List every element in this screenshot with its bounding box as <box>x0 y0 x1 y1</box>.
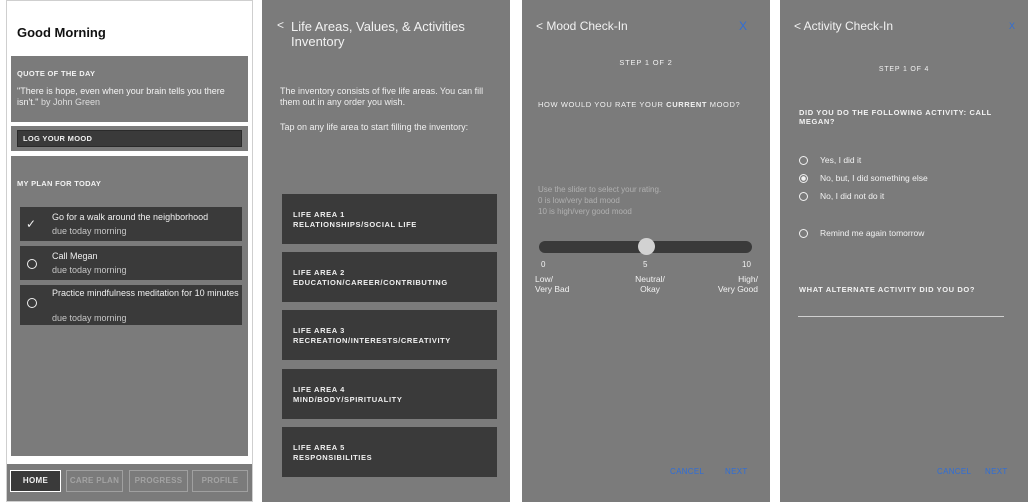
plan-item-name: Practice mindfulness meditation for 10 m… <box>52 288 239 298</box>
life-area-number: LIFE AREA 3 <box>293 326 345 335</box>
greeting-title: Good Morning <box>17 25 106 40</box>
tab-home[interactable]: HOME <box>10 470 61 492</box>
bottom-tab-bar: HOME CARE PLAN PROGRESS PROFILE <box>7 464 252 501</box>
question-bold: CURRENT <box>666 100 708 109</box>
plan-item-name: Go for a walk around the neighborhood <box>52 212 209 222</box>
slider-hint: 10 is high/very good mood <box>538 207 632 216</box>
remind-label: Remind me again tomorrow <box>820 228 925 238</box>
question-suffix: MOOD? <box>707 100 741 109</box>
tab-profile[interactable]: PROFILE <box>192 470 248 492</box>
plan-item-due: due today morning <box>52 265 127 275</box>
log-mood-card: LOG YOUR MOOD <box>11 126 248 151</box>
plan-item[interactable]: ✓ Go for a walk around the neighborhood … <box>20 207 242 241</box>
life-area-name: RECREATION/INTERESTS/CREATIVITY <box>293 336 451 345</box>
life-area-number: LIFE AREA 5 <box>293 443 345 452</box>
inventory-screen: < Life Areas, Values, & Activities Inven… <box>262 0 510 502</box>
step-indicator: STEP 1 OF 4 <box>878 66 930 73</box>
slider-label-low-1: Low/ <box>535 274 553 284</box>
close-icon[interactable]: X <box>1009 21 1015 31</box>
back-icon[interactable]: < <box>277 18 284 32</box>
plan-card: MY PLAN FOR TODAY ✓ Go for a walk around… <box>11 156 248 456</box>
circle-icon[interactable] <box>27 298 37 308</box>
next-button[interactable]: NEXT <box>985 467 1008 476</box>
plan-item-due: due today morning <box>52 313 127 323</box>
activity-checkin-screen: < Activity Check-In X STEP 1 OF 4 DID YO… <box>780 0 1028 502</box>
slider-label-high: High/ Very Good <box>698 274 758 294</box>
cancel-button[interactable]: CANCEL <box>670 467 704 476</box>
mood-checkin-screen: < Mood Check-In X STEP 1 OF 2 HOW WOULD … <box>522 0 770 502</box>
slider-tick-max: 10 <box>742 260 751 269</box>
slider-label-mid: Neutral/ Okay <box>625 274 675 294</box>
plan-item[interactable]: Practice mindfulness meditation for 10 m… <box>20 285 242 325</box>
life-area-button[interactable]: LIFE AREA 5 RESPONSIBILITIES <box>282 427 497 477</box>
circle-icon[interactable] <box>27 259 37 269</box>
tab-progress[interactable]: PROGRESS <box>129 470 188 492</box>
inventory-instruction: Tap on any life area to start filling th… <box>280 122 469 132</box>
life-area-number: LIFE AREA 2 <box>293 268 345 277</box>
radio-icon[interactable] <box>799 192 808 201</box>
page-title: Life Areas, Values, & Activities Invento… <box>291 19 465 49</box>
life-area-button[interactable]: LIFE AREA 3 RECREATION/INTERESTS/CREATIV… <box>282 310 497 360</box>
mood-question: HOW WOULD YOU RATE YOUR CURRENT MOOD? <box>538 100 758 109</box>
radio-icon[interactable] <box>799 229 808 238</box>
plan-item-name: Call Megan <box>52 251 98 261</box>
slider-tick-mid: 5 <box>643 260 648 269</box>
activity-question: DID YOU DO THE FOLLOWING ACTIVITY: CALL … <box>799 108 992 126</box>
life-area-name: RELATIONSHIPS/SOCIAL LIFE <box>293 220 417 229</box>
quote-author: by John Green <box>40 97 100 107</box>
radio-option-label: No, I did not do it <box>820 191 885 201</box>
life-area-number: LIFE AREA 1 <box>293 210 345 219</box>
tab-care-plan[interactable]: CARE PLAN <box>66 470 123 492</box>
slider-label-low-2: Very Bad <box>535 284 570 294</box>
radio-icon[interactable] <box>799 156 808 165</box>
slider-label-mid-1: Neutral/ <box>635 274 665 284</box>
plan-item[interactable]: Call Megan due today morning <box>20 246 242 280</box>
slider-label-high-1: High/ <box>738 274 758 284</box>
quote-card: QUOTE OF THE DAY "There is hope, even wh… <box>11 56 248 122</box>
radio-selected-icon[interactable] <box>799 174 808 183</box>
log-mood-button[interactable]: LOG YOUR MOOD <box>17 130 242 147</box>
radio-option-label: No, but, I did something else <box>820 173 928 183</box>
home-screen: Good Morning QUOTE OF THE DAY "There is … <box>6 0 253 502</box>
mood-slider-thumb[interactable] <box>637 238 655 255</box>
step-indicator: STEP 1 OF 2 <box>619 58 673 67</box>
checkmark-icon[interactable]: ✓ <box>26 217 36 231</box>
alternate-activity-question: WHAT ALTERNATE ACTIVITY DID YOU DO? <box>799 285 975 294</box>
life-area-button[interactable]: LIFE AREA 1 RELATIONSHIPS/SOCIAL LIFE <box>282 194 497 244</box>
back-title[interactable]: < Mood Check-In <box>536 19 628 33</box>
life-area-name: MIND/BODY/SPIRITUALITY <box>293 395 403 404</box>
alternate-activity-input[interactable] <box>798 303 1004 317</box>
slider-hint: Use the slider to select your rating. <box>538 185 662 194</box>
inventory-intro: The inventory consists of five life area… <box>280 86 484 107</box>
slider-hint: 0 is low/very bad mood <box>538 196 620 205</box>
life-area-button[interactable]: LIFE AREA 2 EDUCATION/CAREER/CONTRIBUTIN… <box>282 252 497 302</box>
life-area-number: LIFE AREA 4 <box>293 385 345 394</box>
slider-label-low: Low/ Very Bad <box>535 274 570 294</box>
plan-title: MY PLAN FOR TODAY <box>17 179 102 188</box>
cancel-button[interactable]: CANCEL <box>937 467 971 476</box>
question-prefix: HOW WOULD YOU RATE YOUR <box>538 100 667 109</box>
back-title[interactable]: < Activity Check-In <box>794 19 893 33</box>
life-area-button[interactable]: LIFE AREA 4 MIND/BODY/SPIRITUALITY <box>282 369 497 419</box>
quote-title: QUOTE OF THE DAY <box>17 69 96 78</box>
life-area-name: RESPONSIBILITIES <box>293 453 373 462</box>
life-area-name: EDUCATION/CAREER/CONTRIBUTING <box>293 278 448 287</box>
plan-item-due: due today morning <box>52 226 127 236</box>
slider-tick-min: 0 <box>541 260 546 269</box>
quote-text: "There is hope, even when your brain tel… <box>17 86 245 108</box>
slider-label-high-2: Very Good <box>717 284 758 294</box>
radio-option-label: Yes, I did it <box>820 155 862 165</box>
slider-label-mid-2: Okay <box>640 284 660 294</box>
close-icon[interactable]: X <box>739 19 747 33</box>
next-button[interactable]: NEXT <box>725 467 748 476</box>
